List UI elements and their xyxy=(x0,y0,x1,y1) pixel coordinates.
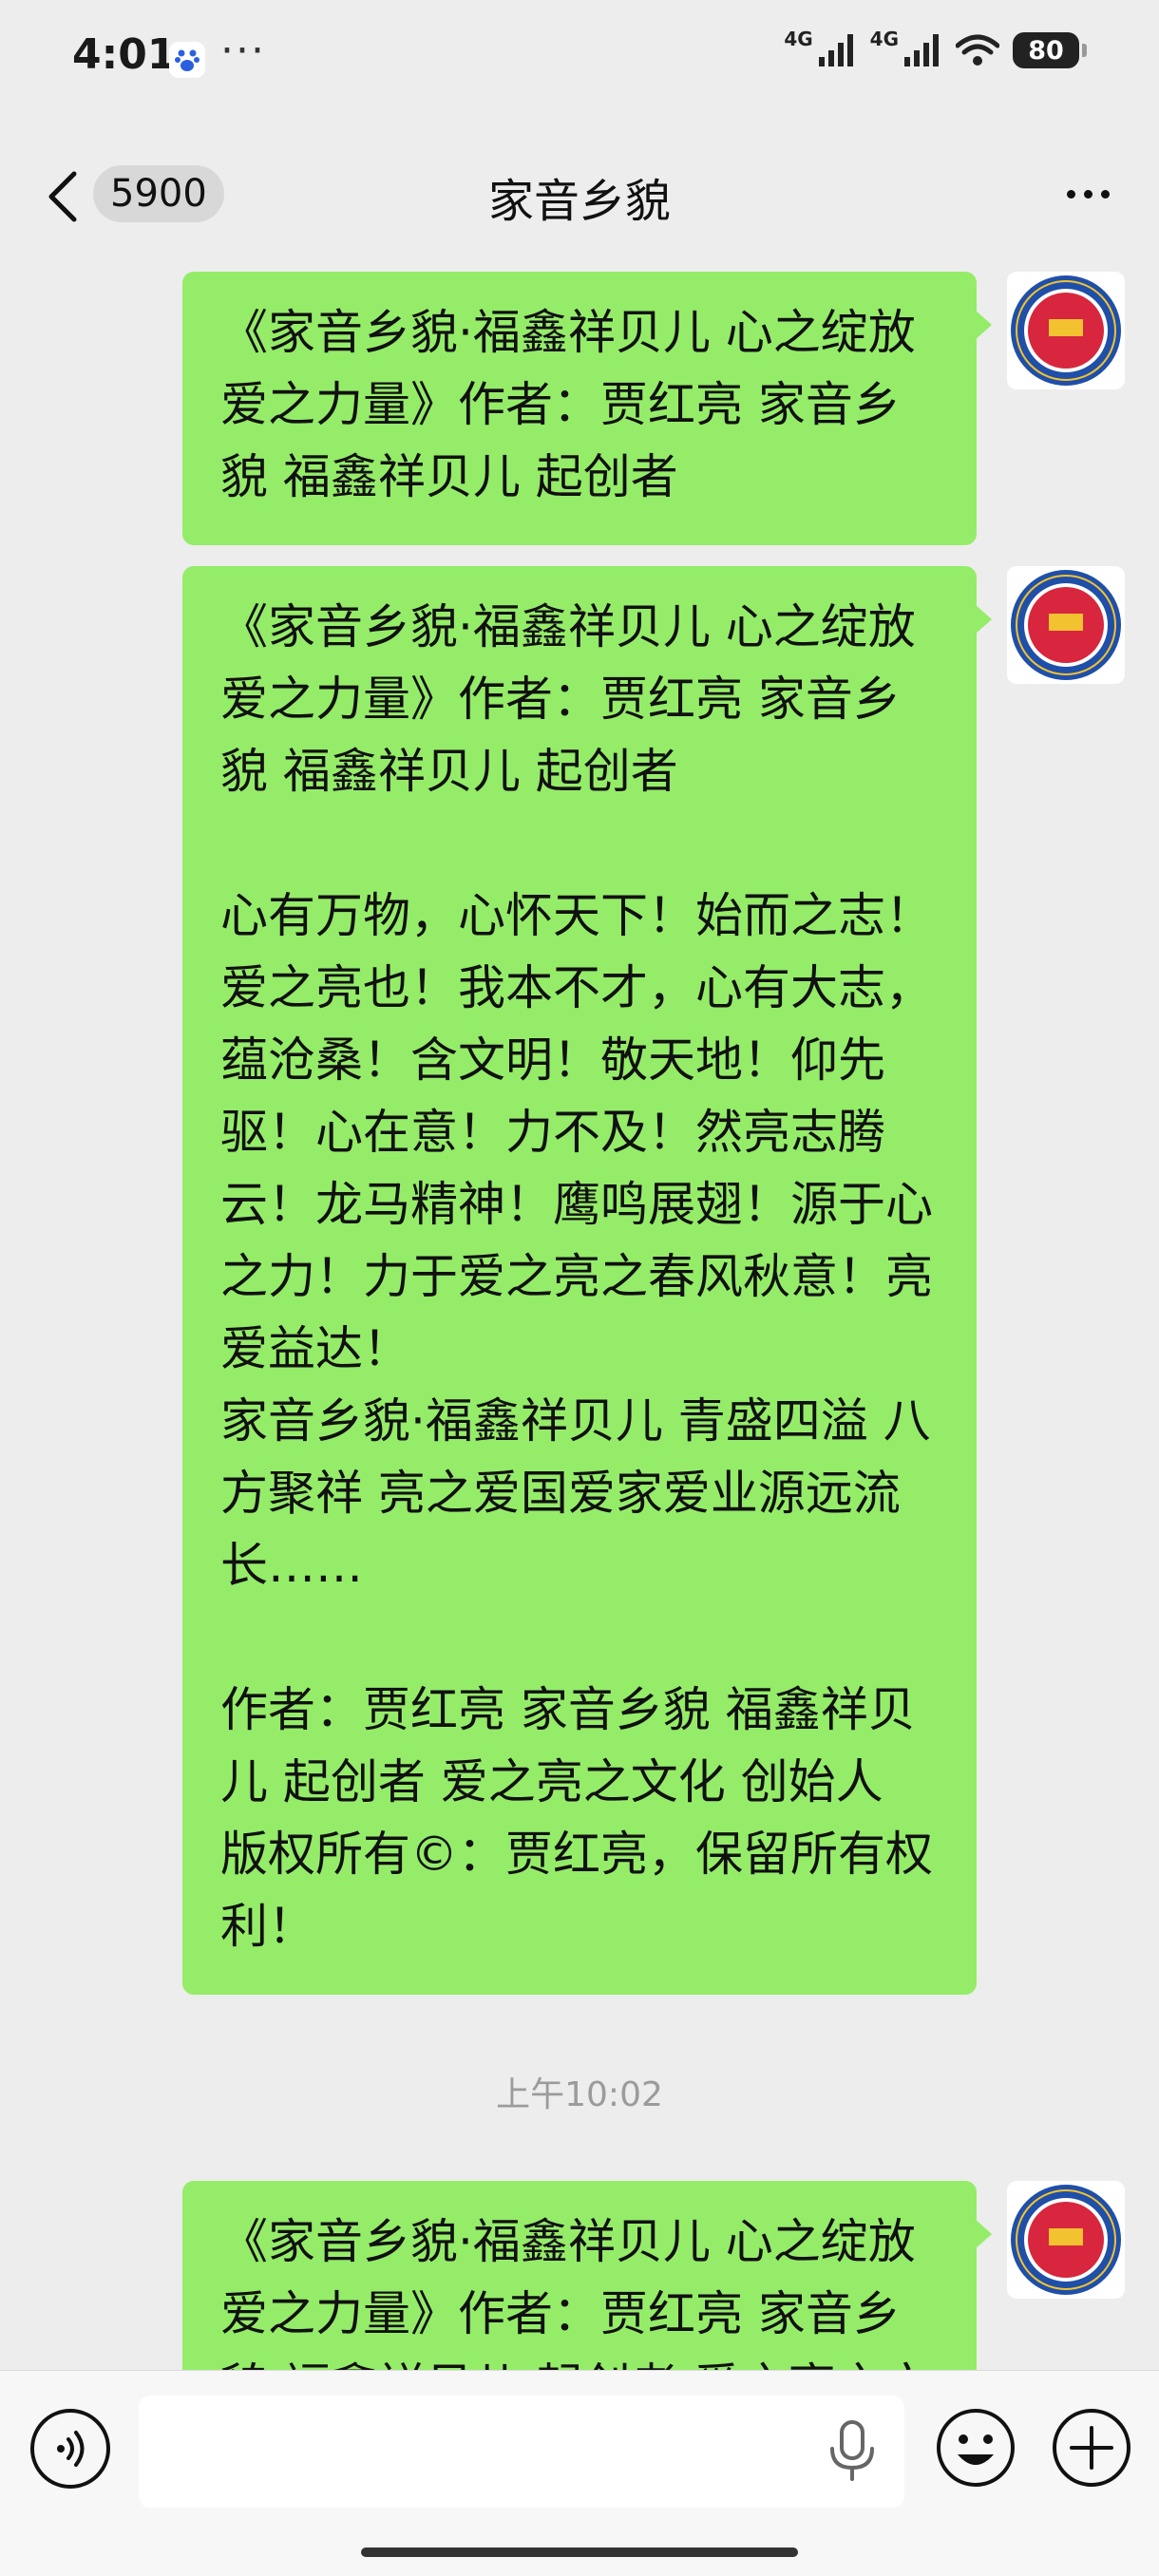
avatar[interactable] xyxy=(1007,566,1125,684)
more-functions-button[interactable] xyxy=(1051,2407,1132,2489)
message-list[interactable]: 《家音乡貌·福鑫祥贝儿 心之绽放 爱之力量》作者：贾红亮 家音乡貌 福鑫祥贝儿 … xyxy=(0,256,1159,2370)
network-label-1: 4G xyxy=(784,28,813,50)
smiley-icon xyxy=(937,2409,1015,2487)
message-bubble[interactable]: 《家音乡貌·福鑫祥贝儿 心之绽放 爱之力量》作者：贾红亮 家音乡貌 福鑫祥贝儿 … xyxy=(182,566,992,1995)
battery-level: 80 xyxy=(1028,35,1064,66)
voice-wave-icon xyxy=(57,2431,85,2467)
dot xyxy=(1100,189,1110,199)
wifi-icon xyxy=(956,34,999,66)
battery-icon: 80 xyxy=(1013,32,1087,68)
more-options-button[interactable] xyxy=(1054,175,1121,213)
microphone-icon[interactable] xyxy=(826,2420,878,2483)
status-bar: 4:01 ··· 4G 4G 80 xyxy=(0,0,1159,123)
baidu-paw-icon xyxy=(169,42,205,78)
avatar[interactable] xyxy=(1007,272,1125,389)
status-more-dots: ··· xyxy=(220,27,266,75)
logo-badge-icon xyxy=(1011,275,1121,386)
status-time: 4:01 xyxy=(72,30,177,79)
dot xyxy=(1066,189,1075,199)
message-input[interactable] xyxy=(139,2396,904,2508)
dot xyxy=(1083,189,1092,199)
message-bubble[interactable]: 《家音乡貌·福鑫祥贝儿 心之绽放 爱之力量》作者：贾红亮 家音乡貌 福鑫祥贝儿 … xyxy=(182,272,992,545)
avatar[interactable] xyxy=(1007,2181,1125,2299)
signal-icon xyxy=(904,34,939,66)
voice-input-button[interactable] xyxy=(30,2409,110,2489)
chat-header: 5900 家音乡貌 xyxy=(0,133,1159,256)
network-label-2: 4G xyxy=(869,28,899,50)
input-bar xyxy=(0,2370,1159,2576)
emoji-button[interactable] xyxy=(935,2407,1016,2489)
message-bubble[interactable]: 《家音乡貌·福鑫祥贝儿 心之绽放 爱之力量》作者：贾红亮 家音乡貌 福鑫祥贝儿 … xyxy=(182,2181,992,2370)
logo-badge-icon xyxy=(1011,2185,1121,2295)
logo-badge-icon xyxy=(1011,570,1121,680)
chat-title: 家音乡貌 xyxy=(487,175,671,228)
home-indicator[interactable] xyxy=(361,2548,798,2557)
signal-icon xyxy=(818,34,853,66)
plus-icon xyxy=(1053,2409,1130,2487)
time-divider: 上午10:02 xyxy=(496,2075,663,2114)
status-indicators: 4G 4G 80 xyxy=(784,28,1087,68)
